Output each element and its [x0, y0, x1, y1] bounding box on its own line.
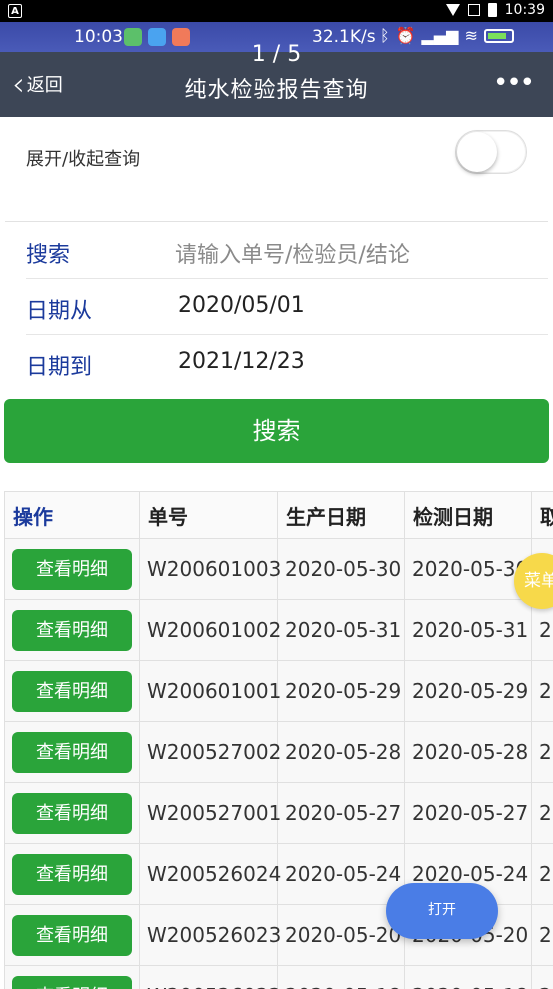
- truncated-cell: 2: [531, 843, 553, 905]
- action-cell: 查看明细: [4, 721, 140, 783]
- view-details-button[interactable]: 查看明细: [12, 792, 132, 834]
- table-row: 查看明细 W200527001 2020-05-27 2020-05-27 2: [4, 782, 553, 844]
- production-date-cell: 2020-05-30: [277, 538, 405, 600]
- production-date-cell: 2020-05-24: [277, 843, 405, 905]
- order-no-cell: W200527001: [139, 782, 281, 844]
- more-options-button[interactable]: •••: [493, 68, 535, 98]
- action-cell: 查看明细: [4, 843, 140, 905]
- page-indicator: 1 / 5: [251, 42, 302, 67]
- clock-time: 10:39: [504, 2, 545, 18]
- system-status-icons: 10:39: [445, 2, 545, 18]
- column-header-action: 操作: [4, 491, 140, 539]
- system-status-bar: A 10:39: [0, 0, 553, 22]
- order-no-cell: W200526024: [139, 843, 281, 905]
- order-no-cell: W200601001: [139, 660, 281, 722]
- action-cell: 查看明细: [4, 965, 140, 989]
- date-to-label: 日期到: [26, 355, 93, 380]
- date-from-label: 日期从: [26, 299, 93, 324]
- view-details-button[interactable]: 查看明细: [12, 975, 132, 989]
- table-row: 查看明细 W200601002 2020-05-31 2020-05-31 2: [4, 599, 553, 661]
- view-details-button[interactable]: 查看明细: [12, 914, 132, 956]
- test-date-cell: 2020-05-30: [404, 538, 532, 600]
- date-from-field[interactable]: 2020/05/01: [178, 293, 305, 318]
- expand-collapse-toggle[interactable]: [455, 130, 527, 174]
- production-date-cell: 2020-05-29: [277, 660, 405, 722]
- search-input[interactable]: 请输入单号/检验员/结论: [175, 237, 410, 269]
- action-cell: 查看明细: [4, 660, 140, 722]
- view-details-button[interactable]: 查看明细: [12, 731, 132, 773]
- truncated-cell: 2: [531, 904, 553, 966]
- action-cell: 查看明细: [4, 538, 140, 600]
- search-button[interactable]: 搜索: [4, 399, 549, 463]
- search-row: 搜索 请输入单号/检验员/结论: [0, 223, 553, 279]
- action-cell: 查看明细: [4, 904, 140, 966]
- wifi-signal-icon: [445, 4, 460, 16]
- order-no-cell: W200526023: [139, 904, 281, 966]
- column-header-test-date: 检测日期: [404, 491, 532, 539]
- table-row: 查看明细 W200601001 2020-05-29 2020-05-29 2: [4, 660, 553, 722]
- production-date-cell: 2020-05-28: [277, 721, 405, 783]
- truncated-cell: 2: [531, 965, 553, 989]
- search-label: 搜索: [26, 243, 71, 268]
- date-to-field[interactable]: 2021/12/23: [178, 349, 305, 374]
- open-floating-button[interactable]: 打开: [386, 883, 498, 939]
- toggle-knob: [457, 132, 497, 172]
- action-cell: 查看明细: [4, 782, 140, 844]
- column-header-production-date: 生产日期: [277, 491, 405, 539]
- battery-icon: [487, 3, 497, 17]
- divider: [5, 221, 548, 222]
- truncated-cell: 2: [531, 721, 553, 783]
- test-date-cell: 2020-05-29: [404, 660, 532, 722]
- test-date-cell: 2020-05-27: [404, 782, 532, 844]
- view-details-button[interactable]: 查看明细: [12, 609, 132, 651]
- date-to-row: 日期到 2021/12/23: [0, 335, 553, 391]
- battery-charging-icon: [483, 28, 514, 43]
- toggle-label: 展开/收起查询: [26, 149, 141, 170]
- page-title: 纯水检验报告查询: [184, 78, 369, 103]
- table-header-row: 操作 单号 生产日期 检测日期 取: [4, 491, 553, 539]
- test-date-cell: 2020-05-31: [404, 599, 532, 661]
- view-details-button[interactable]: 查看明细: [12, 670, 132, 712]
- notification-a-icon: A: [8, 4, 22, 18]
- truncated-cell: 2: [531, 660, 553, 722]
- table-row: 查看明细W2006010032020-05-302020-05-302: [4, 538, 553, 600]
- column-header-order-no: 单号: [139, 491, 278, 539]
- table-row: 查看明细 W200527002 2020-05-28 2020-05-28 2: [4, 721, 553, 783]
- order-no-cell: W200527002: [139, 721, 281, 783]
- production-date-cell: 2020-05-27: [277, 782, 405, 844]
- production-date-cell: 2020-05-18: [277, 965, 405, 989]
- column-header-truncated: 取: [531, 491, 553, 539]
- no-sim-icon: [467, 4, 480, 16]
- test-date-cell: 2020-05-18: [404, 965, 532, 989]
- table-row: 查看明细W2005260222020-05-182020-05-182: [4, 965, 553, 989]
- order-no-cell: W200601003: [139, 538, 281, 600]
- action-cell: 查看明细: [4, 599, 140, 661]
- order-no-cell: W200526022: [139, 965, 281, 989]
- order-no-cell: W200601002: [139, 599, 281, 661]
- production-date-cell: 2020-05-31: [277, 599, 405, 661]
- test-date-cell: 2020-05-28: [404, 721, 532, 783]
- view-details-button[interactable]: 查看明细: [12, 548, 132, 590]
- app-header: 1 / 5 ‹ 返回 纯水检验报告查询 •••: [0, 42, 553, 117]
- date-from-row: 日期从 2020/05/01: [0, 279, 553, 335]
- view-details-button[interactable]: 查看明细: [12, 853, 132, 895]
- truncated-cell: 2: [531, 782, 553, 844]
